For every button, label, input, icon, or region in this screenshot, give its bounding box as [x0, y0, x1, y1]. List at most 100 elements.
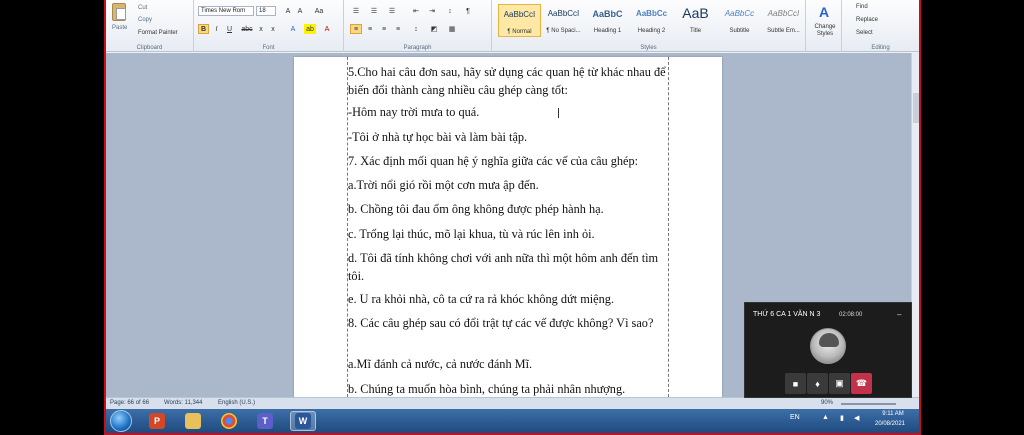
- italic-button[interactable]: I: [211, 24, 222, 34]
- style-sample: AaBbCcI: [547, 9, 580, 18]
- style-subtitle[interactable]: AaBbCc Subtitle: [718, 4, 761, 37]
- select-button[interactable]: Select: [856, 30, 873, 36]
- shading-icon[interactable]: ◩: [428, 24, 440, 34]
- paragraph[interactable]: -Hôm nay trời mưa to quá.: [348, 103, 670, 121]
- paragraph[interactable]: a.Trời nổi gió rồi một cơn mưa ập đến.: [348, 176, 670, 194]
- participant-avatar: [810, 328, 846, 364]
- change-styles-icon[interactable]: A: [816, 4, 832, 20]
- paragraph[interactable]: 5.Cho hai câu đơn sau, hãy sử dụng các q…: [348, 63, 670, 99]
- highlight-icon[interactable]: ab: [304, 24, 316, 34]
- font-color-icon[interactable]: A: [322, 24, 332, 34]
- input-language[interactable]: EN: [790, 414, 800, 421]
- paragraph[interactable]: b. Chồng tôi đau ốm ông không được phép …: [348, 200, 670, 218]
- font-size-box[interactable]: 18: [256, 6, 276, 16]
- vertical-scrollbar[interactable]: [911, 53, 919, 397]
- style-normal[interactable]: AaBbCcI ¶ Normal: [498, 4, 541, 37]
- styles-group-label: Styles: [640, 45, 657, 51]
- superscript-button[interactable]: x: [268, 24, 278, 34]
- volume-icon[interactable]: ◀: [854, 414, 859, 422]
- line-spacing-icon[interactable]: ↕: [410, 24, 422, 34]
- change-case-button[interactable]: Aa: [312, 6, 326, 16]
- zoom-slider[interactable]: [841, 403, 896, 405]
- replace-button[interactable]: Replace: [856, 17, 878, 23]
- copy-button[interactable]: Copy: [138, 17, 152, 23]
- scrollbar-thumb[interactable]: [913, 93, 919, 123]
- page-count[interactable]: Page: 66 of 66: [110, 400, 149, 406]
- clock-time[interactable]: 9:11 AM: [874, 411, 912, 417]
- align-center-button[interactable]: ≡: [364, 24, 376, 34]
- style-title[interactable]: AaB Title: [674, 4, 717, 37]
- paste-button[interactable]: Paste: [112, 25, 127, 31]
- text-effects-icon[interactable]: A: [288, 24, 298, 34]
- paragraph[interactable]: 7. Xác định mối quan hệ ý nghĩa giữa các…: [348, 152, 670, 170]
- bullets-icon[interactable]: ☰: [350, 6, 362, 16]
- paragraph[interactable]: -Tôi ở nhà tự học bài và làm bài tập.: [348, 128, 670, 146]
- paragraph[interactable]: a.Mĩ đánh cả nước, cả nước đánh Mĩ.: [348, 355, 670, 373]
- style-no-spacing[interactable]: AaBbCcI ¶ No Spaci...: [542, 4, 585, 37]
- camera-icon[interactable]: ■: [785, 373, 806, 394]
- underline-button[interactable]: U: [224, 24, 235, 34]
- paragraph[interactable]: d. Tôi đã tính không chơi với anh nữa th…: [348, 249, 670, 285]
- sort-icon[interactable]: ↕: [444, 6, 456, 16]
- format-painter-button[interactable]: Format Painter: [138, 30, 178, 36]
- more-options-icon[interactable]: –: [897, 310, 901, 319]
- multilevel-list-icon[interactable]: ☰: [386, 6, 398, 16]
- font-name-box[interactable]: Times New Rom: [198, 6, 254, 16]
- shrink-font-button[interactable]: A: [294, 6, 306, 16]
- font-group-label: Font: [262, 45, 275, 51]
- text-column: 5.Cho hai câu đơn sau, hãy sử dụng các q…: [347, 57, 669, 402]
- show-marks-icon[interactable]: ¶: [462, 6, 474, 16]
- zoom-level[interactable]: 90%: [821, 400, 833, 406]
- style-heading-2[interactable]: AaBbCc Heading 2: [630, 4, 673, 37]
- find-button[interactable]: Find: [856, 4, 868, 10]
- style-subtle-emphasis[interactable]: AaBbCcI Subtle Em...: [762, 4, 805, 37]
- paragraph[interactable]: b. Chúng ta muốn hòa bình, chúng ta phải…: [348, 380, 670, 398]
- chrome-taskbar-icon[interactable]: [216, 411, 242, 431]
- style-sample: AaBbCcI: [503, 10, 536, 19]
- style-heading-1[interactable]: AaBbC Heading 1: [586, 4, 629, 37]
- bold-button[interactable]: B: [198, 24, 209, 34]
- grow-font-button[interactable]: A: [282, 6, 294, 16]
- style-sample: AaBbCc: [724, 9, 755, 18]
- align-left-button[interactable]: ≡: [350, 24, 362, 34]
- strikethrough-button[interactable]: abc: [240, 24, 254, 34]
- document-page[interactable]: 5.Cho hai câu đơn sau, hãy sử dụng các q…: [294, 57, 722, 402]
- text-cursor: [558, 108, 559, 118]
- hang-up-button[interactable]: ☎: [851, 373, 872, 394]
- teams-taskbar-icon[interactable]: T: [252, 411, 278, 431]
- style-name: Subtle Em...: [767, 28, 800, 34]
- battery-icon[interactable]: ▮: [840, 414, 844, 422]
- paragraph[interactable]: c. Trống lại thúc, mõ lại khua, tù và rú…: [348, 225, 670, 243]
- paragraph[interactable]: 8. Các câu ghép sau có đổi trật tự các v…: [348, 314, 670, 332]
- cut-button[interactable]: Cut: [138, 5, 147, 11]
- powerpoint-taskbar-icon[interactable]: P: [144, 411, 170, 431]
- numbering-icon[interactable]: ☰: [368, 6, 380, 16]
- borders-icon[interactable]: ▦: [446, 24, 458, 34]
- language-indicator[interactable]: English (U.S.): [218, 400, 255, 406]
- increase-indent-icon[interactable]: ⇥: [426, 6, 438, 16]
- align-right-button[interactable]: ≡: [378, 24, 390, 34]
- style-name: Title: [689, 28, 702, 34]
- file-explorer-taskbar-icon[interactable]: [180, 411, 206, 431]
- start-button[interactable]: [110, 410, 132, 432]
- network-icon[interactable]: ▲: [822, 414, 829, 421]
- style-sample: AaBbCc: [635, 9, 668, 18]
- clock-date[interactable]: 20/08/2021: [868, 421, 912, 427]
- style-name: Subtitle: [729, 28, 750, 34]
- microphone-icon[interactable]: ♦: [807, 373, 828, 394]
- share-screen-icon[interactable]: ▣: [829, 373, 850, 394]
- change-styles-button[interactable]: Change Styles: [810, 24, 840, 38]
- word-taskbar-icon[interactable]: W: [290, 411, 316, 431]
- style-name: ¶ No Spaci...: [546, 28, 581, 34]
- paste-icon[interactable]: [112, 3, 126, 21]
- meeting-call-widget[interactable]: THỨ 6 CA 1 VĂN N 3 02:08:00 – ■ ♦ ▣ ☎: [744, 302, 912, 398]
- justify-button[interactable]: ≡: [392, 24, 404, 34]
- taskbar: P T W EN ▲ ▮ ◀ 9:11 AM 20/08/2021: [106, 409, 919, 433]
- subscript-button[interactable]: x: [256, 24, 266, 34]
- decrease-indent-icon[interactable]: ⇤: [410, 6, 422, 16]
- editing-group-label: Editing: [871, 45, 890, 51]
- word-count[interactable]: Words: 11,344: [164, 400, 202, 406]
- style-sample: AaBbCcI: [767, 9, 800, 18]
- paragraph[interactable]: e. U ra khỏi nhà, cô ta cứ ra rả khóc kh…: [348, 290, 670, 308]
- font-group: Times New Rom 18 A A Aa B I U abc x x A …: [194, 0, 344, 52]
